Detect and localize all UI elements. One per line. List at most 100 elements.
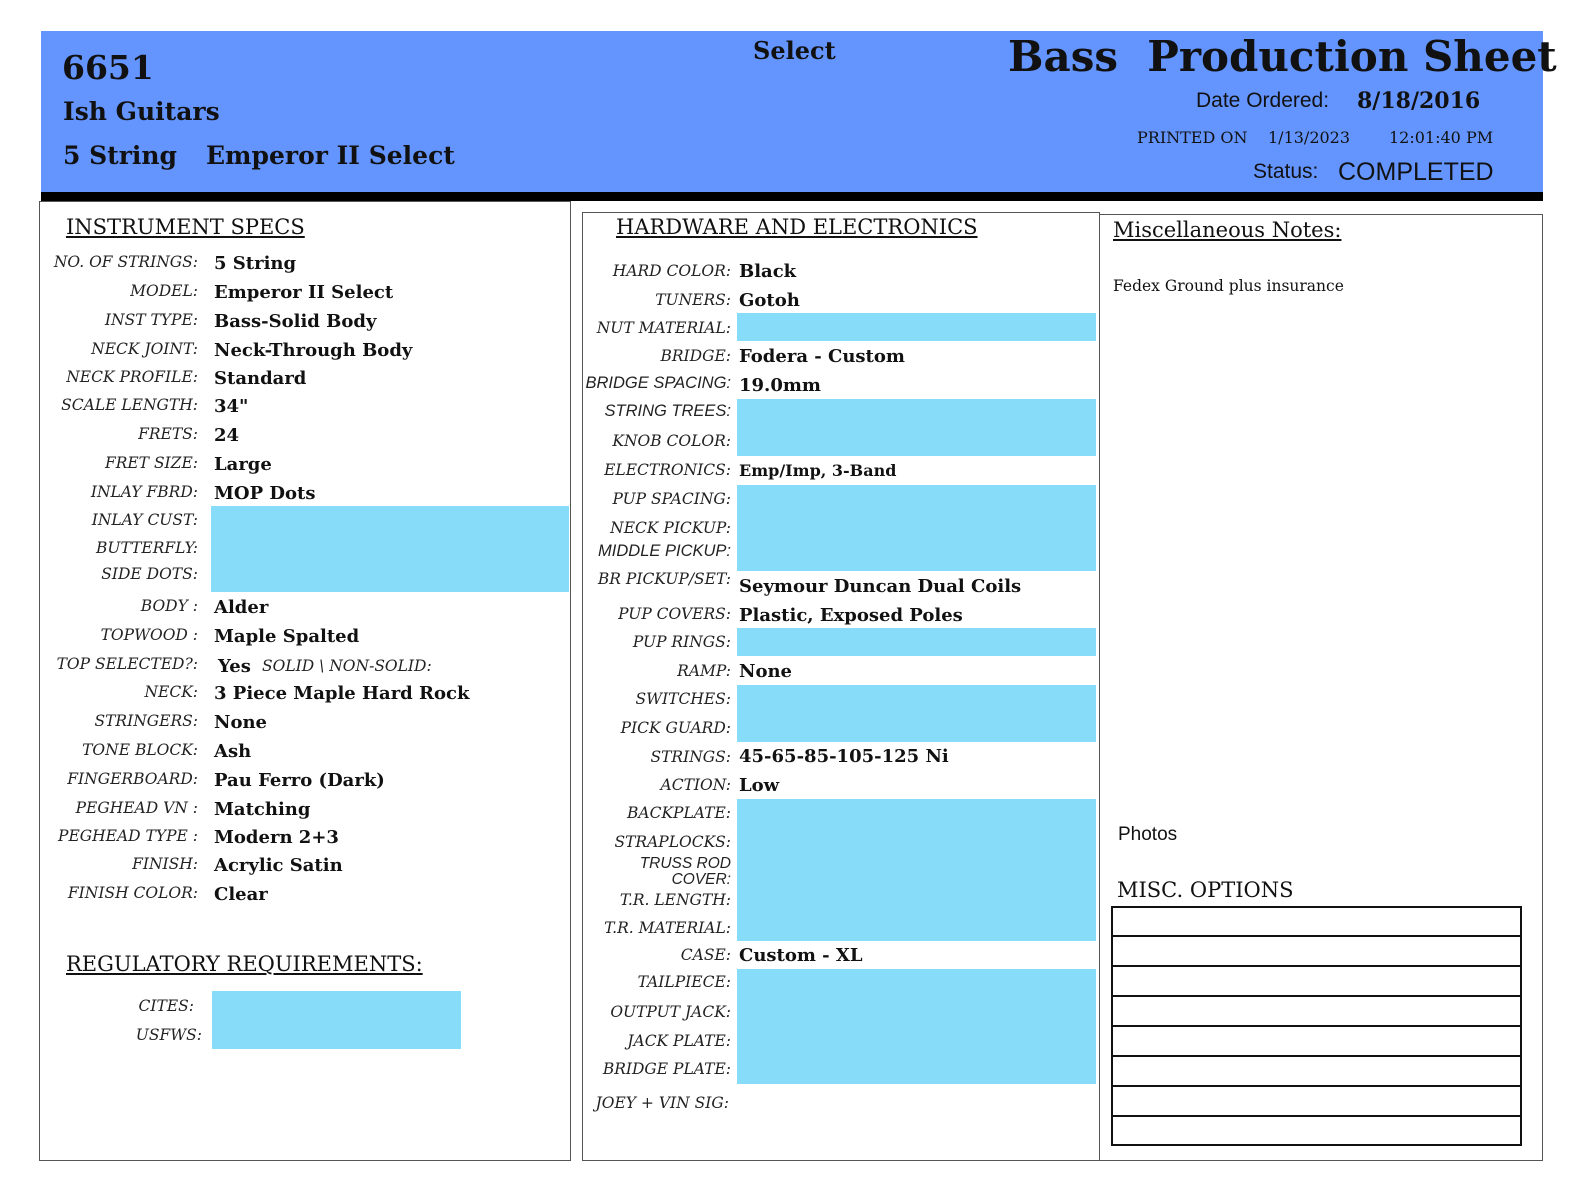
hw-label: KNOB COLOR: bbox=[612, 432, 731, 450]
hw-label: SWITCHES: bbox=[635, 690, 731, 708]
spec-value: Large bbox=[214, 454, 272, 475]
hw-label: RAMP: bbox=[677, 662, 731, 680]
hw-value: Emp/Imp, 3-Band bbox=[739, 461, 897, 480]
hw-label: TUNERS: bbox=[655, 291, 731, 309]
misc-option-row bbox=[1112, 965, 1522, 967]
spec-label: FINISH: bbox=[132, 855, 198, 873]
hw-label: T.R. MATERIAL: bbox=[604, 919, 731, 937]
printed-date: 1/13/2023 bbox=[1268, 128, 1351, 147]
spec-label: NO. OF STRINGS: bbox=[53, 253, 198, 271]
hw-label: ELECTRONICS: bbox=[604, 461, 731, 479]
hw-value: 45-65-85-105-125 Ni bbox=[739, 746, 949, 767]
spec-value: Modern 2+3 bbox=[214, 827, 339, 848]
hw-label: PUP RINGS: bbox=[632, 633, 731, 651]
pickup-spacing-field[interactable] bbox=[737, 485, 1096, 571]
pup-rings-field[interactable] bbox=[737, 628, 1096, 656]
spec-value: Ash bbox=[214, 741, 252, 762]
spec-label: SIDE DOTS: bbox=[101, 565, 198, 583]
spec-label: TOPWOOD : bbox=[100, 626, 198, 644]
status-label: Status: bbox=[1253, 160, 1319, 183]
spec-value: 34" bbox=[214, 396, 249, 417]
spec-label: NECK PROFILE: bbox=[66, 368, 198, 386]
date-ordered-label: Date Ordered: bbox=[1196, 89, 1330, 112]
regulatory-title: REGULATORY REQUIREMENTS: bbox=[66, 952, 423, 976]
nut-material-field[interactable] bbox=[737, 313, 1096, 341]
hw-label: JACK PLATE: bbox=[627, 1032, 731, 1050]
spec-label: BODY : bbox=[140, 597, 198, 615]
status-badge: COMPLETED bbox=[1338, 158, 1494, 186]
series-label: Select bbox=[753, 36, 836, 65]
misc-options-title: MISC. OPTIONS bbox=[1117, 878, 1294, 902]
hw-label: BRIDGE SPACING: bbox=[585, 374, 731, 392]
hw-label: BR PICKUP/SET: bbox=[597, 570, 731, 588]
spec-label: INST TYPE: bbox=[104, 311, 198, 329]
hw-label: PUP SPACING: bbox=[612, 490, 731, 508]
spec-label: FRETS: bbox=[138, 425, 198, 443]
spec-value: Neck-Through Body bbox=[214, 340, 413, 361]
hw-label: BACKPLATE: bbox=[627, 804, 731, 822]
hw-label: ACTION: bbox=[660, 776, 731, 794]
string-trees-field[interactable] bbox=[737, 399, 1096, 456]
spec-label: INLAY FBRD: bbox=[90, 483, 198, 501]
usfws-label: USFWS: bbox=[135, 1026, 202, 1044]
spec-label: SCALE LENGTH: bbox=[61, 396, 198, 414]
header-model: Emperor II Select bbox=[206, 141, 455, 170]
misc-option-row bbox=[1112, 1025, 1522, 1027]
spec-label: FINISH COLOR: bbox=[67, 884, 198, 902]
hw-value: None bbox=[739, 661, 792, 682]
regulatory-field[interactable] bbox=[212, 991, 461, 1049]
misc-option-row bbox=[1112, 1085, 1522, 1087]
hw-label: T.R. LENGTH: bbox=[619, 891, 731, 909]
spec-label: NECK: bbox=[144, 683, 198, 701]
hw-label: PICK GUARD: bbox=[620, 719, 731, 737]
misc-option-row bbox=[1112, 1055, 1522, 1057]
inlay-custom-field[interactable] bbox=[211, 506, 569, 592]
misc-option-row bbox=[1112, 935, 1522, 937]
hw-value: Low bbox=[739, 775, 780, 796]
spec-label: BUTTERFLY: bbox=[96, 539, 198, 557]
hw-value: Gotoh bbox=[739, 290, 800, 311]
printed-on-label: PRINTED ON bbox=[1137, 128, 1248, 147]
spec-value: Yes bbox=[218, 656, 251, 677]
misc-notes-title: Miscellaneous Notes: bbox=[1113, 218, 1342, 242]
hw-label: BRIDGE PLATE: bbox=[602, 1060, 731, 1078]
header-divider bbox=[41, 192, 1543, 201]
hw-label: OUTPUT JACK: bbox=[610, 1003, 731, 1021]
spec-value: 3 Piece Maple Hard Rock bbox=[214, 683, 470, 704]
instrument-specs-title: INSTRUMENT SPECS bbox=[66, 215, 305, 239]
solid-non-solid-label: SOLID \ NON-SOLID: bbox=[262, 657, 432, 675]
switches-field[interactable] bbox=[737, 685, 1096, 742]
hw-value: 19.0mm bbox=[739, 375, 821, 396]
hw-label: JOEY + VIN SIG: bbox=[595, 1094, 729, 1112]
spec-label: INLAY CUST: bbox=[91, 511, 198, 529]
spec-value: Standard bbox=[214, 368, 307, 389]
hw-value: Plastic, Exposed Poles bbox=[739, 605, 963, 626]
hardware-title: HARDWARE AND ELECTRONICS bbox=[616, 215, 978, 239]
hw-label: BRIDGE: bbox=[660, 347, 731, 365]
header-strings: 5 String bbox=[63, 141, 178, 170]
hw-label: PUP COVERS: bbox=[618, 605, 731, 623]
spec-label: PEGHEAD TYPE : bbox=[58, 827, 198, 845]
spec-value: Acrylic Satin bbox=[214, 855, 343, 876]
hw-label: STRAPLOCKS: bbox=[614, 833, 731, 851]
hw-label: TRUSS ROD COVER: bbox=[639, 855, 731, 888]
hw-label: TAILPIECE: bbox=[637, 973, 731, 991]
backplate-field[interactable] bbox=[737, 799, 1096, 941]
printed-time: 12:01:40 PM bbox=[1389, 128, 1494, 147]
hw-label: NECK PICKUP: bbox=[610, 519, 731, 537]
spec-label: FINGERBOARD: bbox=[67, 770, 198, 788]
hw-label: HARD COLOR: bbox=[612, 262, 731, 280]
tailpiece-field[interactable] bbox=[737, 969, 1096, 1084]
hw-label: NUT MATERIAL: bbox=[596, 319, 731, 337]
hw-label: CASE: bbox=[680, 946, 731, 964]
hw-label: STRINGS: bbox=[650, 748, 731, 766]
hw-value: Seymour Duncan Dual Coils bbox=[739, 576, 1022, 597]
spec-value: None bbox=[214, 712, 267, 733]
hw-label: MIDDLE PICKUP: bbox=[598, 542, 731, 560]
spec-value: Clear bbox=[214, 884, 268, 905]
spec-label: MODEL: bbox=[130, 282, 198, 300]
cites-label: CITES: bbox=[138, 997, 194, 1015]
order-number: 6651 bbox=[62, 48, 154, 87]
spec-label: TOP SELECTED?: bbox=[56, 655, 198, 673]
spec-value: Alder bbox=[214, 597, 269, 618]
